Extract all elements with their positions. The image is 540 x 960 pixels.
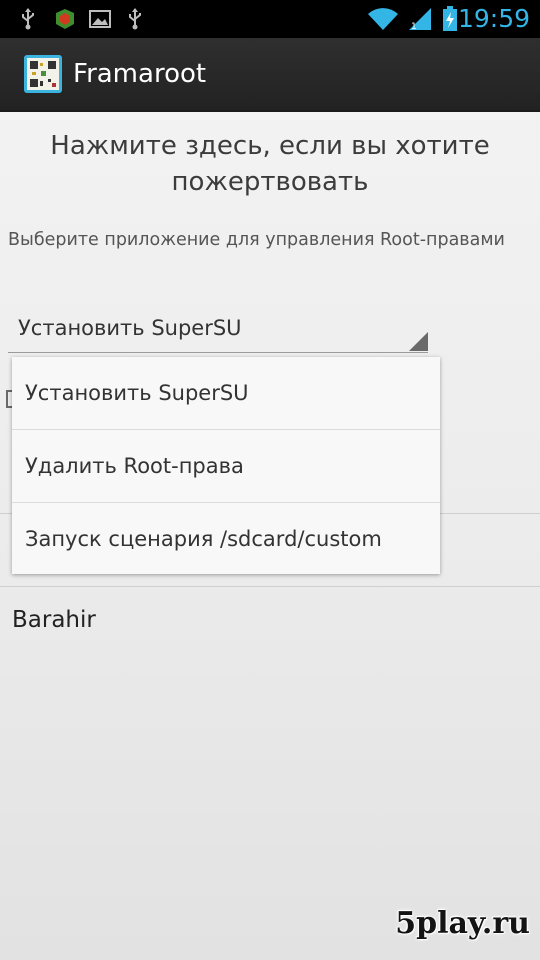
signal-icon: 1	[406, 0, 434, 38]
spinner-selected-value: Установить SuperSU	[18, 316, 242, 340]
security-app-icon	[52, 0, 78, 38]
app-title: Framaroot	[73, 59, 207, 89]
qr-app-icon	[24, 55, 62, 93]
divider	[0, 586, 540, 587]
image-icon	[87, 0, 113, 38]
donate-link[interactable]: Нажмите здесь, если вы хотите пожертвова…	[20, 128, 520, 200]
action-bar: Framaroot	[0, 38, 540, 112]
select-root-app-label: Выберите приложение для управления Root-…	[8, 230, 505, 250]
dropdown-option-install-supersu[interactable]: Установить SuperSU	[12, 357, 440, 429]
status-bar: 1 19:59	[0, 0, 540, 38]
wifi-icon	[366, 0, 400, 38]
usb-icon	[123, 0, 147, 38]
watermark: 5play.ru	[395, 906, 530, 941]
svg-text:1: 1	[411, 22, 417, 31]
dropdown-option-run-custom-script[interactable]: Запуск сценария /sdcard/custom	[12, 503, 440, 575]
spinner-dropdown: Установить SuperSU Удалить Root-права За…	[12, 357, 440, 574]
dropdown-option-remove-root[interactable]: Удалить Root-права	[12, 430, 440, 502]
spinner-arrow-icon	[409, 332, 428, 351]
author-name: Barahir	[12, 607, 96, 633]
status-time: 19:59	[457, 4, 530, 33]
root-action-spinner[interactable]: Установить SuperSU	[8, 308, 428, 353]
usb-icon	[16, 0, 40, 38]
